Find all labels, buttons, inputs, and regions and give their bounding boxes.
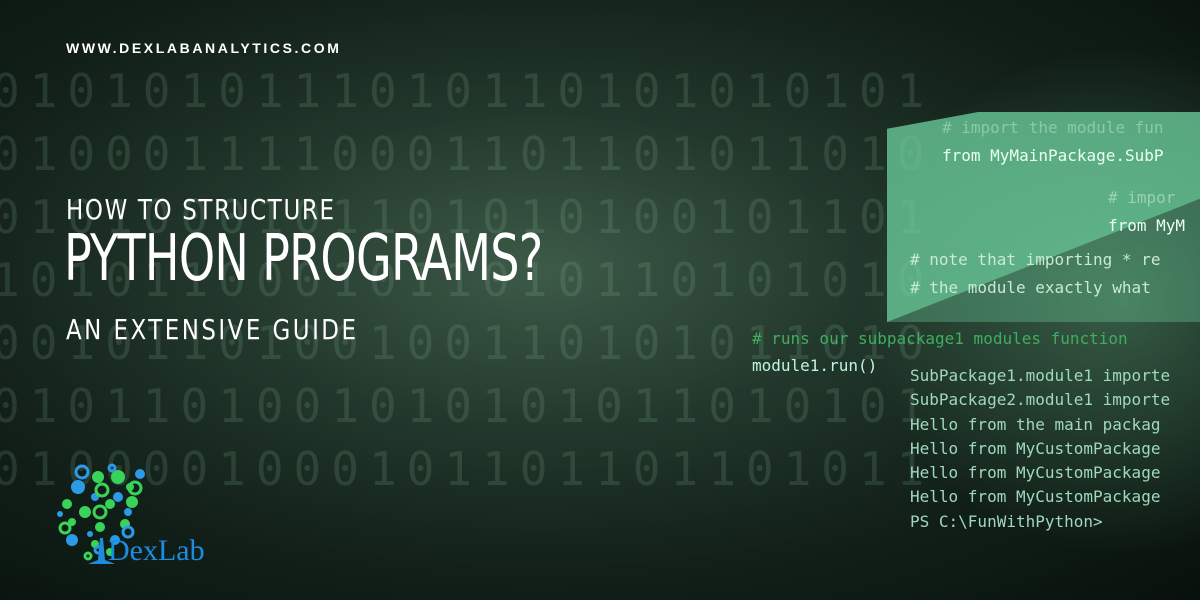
code-line: from MyMainPackage.SubP: [942, 146, 1164, 165]
terminal-line: Hello from the main packag: [910, 414, 1161, 434]
terminal-line: PS C:\FunWithPython>: [910, 511, 1103, 531]
title-subtitle: AN EXTENSIVE GUIDE: [66, 313, 359, 346]
code-comment: # note that importing * re: [910, 250, 1161, 269]
terminal-line: Hello from MyCustomPackage: [910, 487, 1161, 507]
code-comment: # the module exactly what: [910, 278, 1151, 297]
code-line: from MyM: [1108, 216, 1186, 235]
logo-text: DexLab: [108, 534, 205, 567]
terminal-line: SubPackage2.module1 importe: [910, 390, 1171, 410]
code-comment: # runs our subpackage1 modules function: [752, 329, 1128, 348]
terminal-output: SubPackage1.module1 importe SubPackage2.…: [910, 364, 1170, 534]
terminal-line: Hello from MyCustomPackage: [910, 463, 1161, 483]
binary-row: 0100011110001101101011010: [0, 127, 935, 181]
site-url: WWW.DEXLABANALYTICS.COM: [66, 40, 342, 56]
title-main: PYTHON PROGRAMS?: [64, 222, 543, 296]
code-comment: # impor: [1108, 188, 1176, 207]
code-comment: # import the module fun: [942, 118, 1164, 137]
terminal-line: SubPackage1.module1 importe: [910, 366, 1171, 385]
binary-row: 0101010111010110101010101: [0, 64, 935, 118]
terminal-line: Hello from MyCustomPackage: [910, 438, 1161, 458]
banner: 0101010111010110101010101 01000111100011…: [0, 0, 1200, 600]
code-call: module1.run(): [752, 356, 878, 375]
binary-row: 0101101001010101011010101: [0, 379, 935, 433]
